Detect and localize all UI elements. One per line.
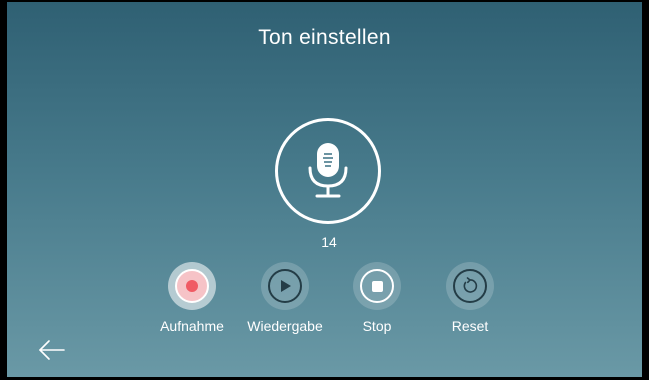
microphone-icon xyxy=(308,143,348,198)
stop-ring xyxy=(360,269,394,303)
playback-label: Wiedergabe xyxy=(247,318,323,334)
recording-counter: 14 xyxy=(321,234,337,250)
device-frame: Ton einstellen 14 Aufnahme Wiedergabe St… xyxy=(0,0,649,380)
record-button[interactable] xyxy=(168,262,216,310)
reset-button[interactable] xyxy=(446,262,494,310)
back-button[interactable] xyxy=(37,339,67,361)
stop-icon xyxy=(371,280,383,292)
record-control[interactable]: Aufnahme xyxy=(152,262,232,334)
stop-control[interactable]: Stop xyxy=(337,262,417,334)
playback-ring xyxy=(268,269,302,303)
stop-label: Stop xyxy=(362,318,392,334)
play-icon xyxy=(281,280,291,292)
screen: Ton einstellen 14 Aufnahme Wiedergabe St… xyxy=(7,2,642,377)
reset-label: Reset xyxy=(451,318,489,334)
reset-control[interactable]: Reset xyxy=(430,262,510,334)
reset-icon xyxy=(463,277,478,293)
stop-button[interactable] xyxy=(353,262,401,310)
record-icon xyxy=(186,280,198,292)
microphone-button[interactable] xyxy=(275,118,381,224)
playback-button[interactable] xyxy=(261,262,309,310)
page-title: Ton einstellen xyxy=(258,26,391,49)
reset-ring xyxy=(453,269,487,303)
record-ring xyxy=(175,269,209,303)
arrow-left-icon xyxy=(39,340,65,360)
record-label: Aufnahme xyxy=(160,318,224,334)
playback-control[interactable]: Wiedergabe xyxy=(245,262,325,334)
